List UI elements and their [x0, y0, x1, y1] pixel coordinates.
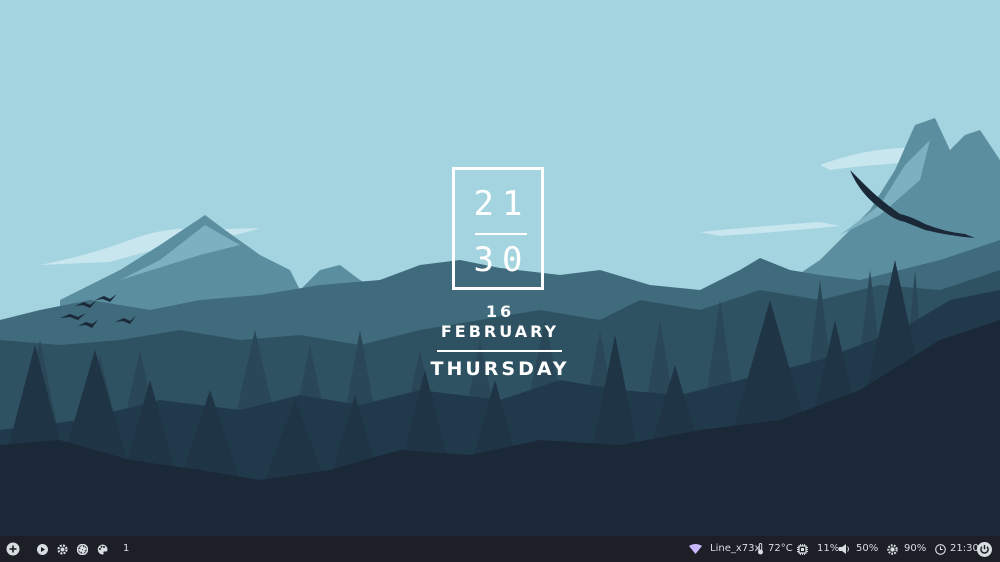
- add-button[interactable]: [6, 536, 20, 562]
- brightness-status[interactable]: 90%: [887, 536, 926, 562]
- wifi-status[interactable]: Line_x73x: [689, 536, 760, 562]
- date-weekday: THURSDAY: [430, 358, 570, 380]
- time-status[interactable]: 21:30: [935, 536, 979, 562]
- gear-icon: [57, 543, 68, 555]
- workspace-indicator[interactable]: 1: [123, 536, 129, 562]
- wifi-label: Line_x73x: [710, 543, 761, 554]
- temperature-label: 72°C: [768, 543, 793, 554]
- settings-button[interactable]: [57, 536, 68, 562]
- play-icon: [37, 543, 48, 555]
- time-label: 21:30: [950, 543, 979, 554]
- cpu-icon: [797, 543, 808, 555]
- clock-icon: [935, 543, 946, 555]
- speaker-icon: [839, 544, 850, 554]
- temperature-status[interactable]: 72°C: [757, 536, 793, 562]
- volume-status[interactable]: 50%: [839, 536, 878, 562]
- cpu-label: 11%: [817, 543, 840, 554]
- palette-icon: [97, 544, 108, 555]
- date-day: 16: [485, 302, 515, 321]
- sun-gear-icon: [887, 543, 898, 555]
- clock-widget: 21 30: [452, 167, 544, 290]
- power-icon: [977, 541, 992, 557]
- volume-label: 50%: [856, 543, 879, 554]
- thermometer-icon: [757, 543, 764, 555]
- bottom-panel: 1 Line_x73x 72°C 11% 50% 90% 21:30: [0, 536, 1000, 562]
- date-divider: [437, 350, 562, 352]
- play-button[interactable]: [37, 536, 48, 562]
- cpu-status[interactable]: 11%: [797, 536, 839, 562]
- brightness-label: 90%: [904, 543, 927, 554]
- plus-circle-icon: [6, 542, 20, 556]
- shutter-icon: [77, 543, 88, 555]
- power-button[interactable]: [977, 536, 992, 562]
- clock-minutes: 30: [473, 240, 531, 280]
- workspace-number: 1: [123, 543, 130, 554]
- date-month: FEBRUARY: [440, 322, 560, 341]
- clock-hours: 21: [473, 184, 531, 224]
- wifi-icon: [689, 544, 702, 554]
- clock-divider: [475, 233, 527, 235]
- apps-button[interactable]: [77, 536, 88, 562]
- palette-button[interactable]: [97, 536, 108, 562]
